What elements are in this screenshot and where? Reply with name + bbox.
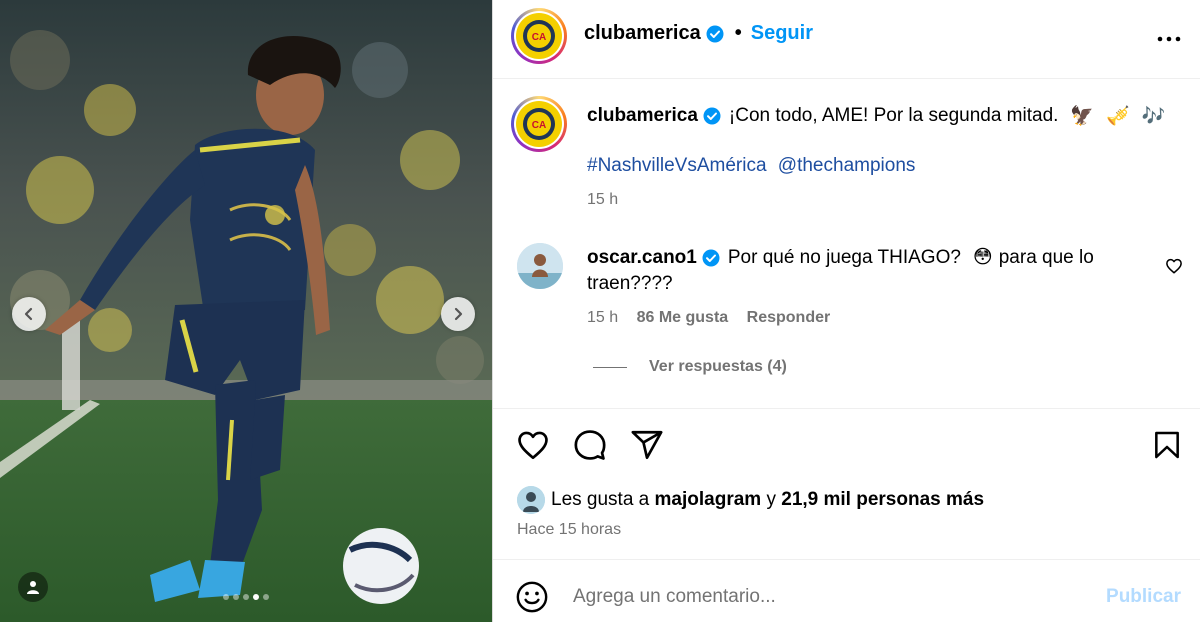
post-detail-panel: CA clubamerica • Seguir CA clubamerica ¡… <box>492 0 1200 622</box>
carousel-dot <box>243 594 249 600</box>
eagle-emoji: 🦅 <box>1070 106 1095 127</box>
caption-links: #NashvilleVsAmérica @thechampions <box>587 155 915 177</box>
comment-timestamp[interactable]: 15 h <box>587 309 618 326</box>
heart-outline-icon <box>1166 258 1182 274</box>
caption-text: ¡Con todo, AME! Por la segunda mitad. <box>728 105 1059 126</box>
more-options-icon <box>1157 36 1181 42</box>
verified-badge-icon <box>702 249 720 267</box>
trumpet-emoji: 🎺 <box>1106 106 1130 127</box>
club-crest-icon: CA <box>516 13 562 59</box>
header-separator: • <box>734 22 742 44</box>
post-photo <box>0 0 492 622</box>
carousel-dot <box>223 594 229 600</box>
bookmark-icon <box>1155 431 1179 459</box>
comment-text: Por qué no juega THIAGO? <box>727 246 961 268</box>
reply-button[interactable]: Responder <box>747 309 831 326</box>
likes-summary: Les gusta a majolagram y 21,9 mil person… <box>517 486 984 514</box>
flushed-emoji: 😳 <box>972 247 993 268</box>
post-media[interactable] <box>0 0 492 622</box>
more-options-button[interactable] <box>1155 25 1183 53</box>
author-avatar[interactable]: CA <box>511 8 567 64</box>
svg-text:CA: CA <box>532 120 546 131</box>
caption-timestamp[interactable]: 15 h <box>587 191 618 209</box>
verified-badge-icon <box>706 25 724 43</box>
author-header: clubamerica • Seguir <box>584 22 813 45</box>
svg-text:CA: CA <box>532 32 546 43</box>
comment-button[interactable] <box>572 427 608 463</box>
follow-button[interactable]: Seguir <box>751 22 813 45</box>
club-crest-icon: CA <box>516 101 562 147</box>
share-button[interactable] <box>629 427 665 463</box>
save-button[interactable] <box>1149 427 1185 463</box>
user-tag-icon <box>27 581 39 594</box>
like-button[interactable] <box>515 427 551 463</box>
carousel-dot <box>233 594 239 600</box>
replies-divider <box>593 366 627 368</box>
comment-composer: Publicar <box>493 559 1200 622</box>
comment-username[interactable]: oscar.cano1 <box>587 247 697 269</box>
view-replies-button[interactable]: Ver respuestas (4) <box>593 358 787 376</box>
post-date[interactable]: Hace 15 horas <box>517 521 621 539</box>
liker-username[interactable]: majolagram <box>655 489 762 511</box>
liker-avatar[interactable] <box>517 486 545 514</box>
view-replies-label: Ver respuestas (4) <box>649 358 787 375</box>
comment-text-continued: para que lo <box>998 246 1094 268</box>
next-slide-button[interactable] <box>441 297 475 331</box>
mention-link[interactable]: @thechampions <box>778 155 916 176</box>
carousel-dot <box>263 594 269 600</box>
chevron-right-icon <box>454 307 463 321</box>
caption: clubamerica ¡Con todo, AME! Por la segun… <box>587 104 1165 128</box>
previous-slide-button[interactable] <box>12 297 46 331</box>
publish-button[interactable]: Publicar <box>1106 586 1181 608</box>
likes-prefix: Les gusta a <box>551 489 650 510</box>
music-notes-emoji: 🎶 <box>1141 106 1166 127</box>
comment-likes[interactable]: 86 Me gusta <box>637 309 729 326</box>
post-header: CA clubamerica • Seguir <box>493 0 1200 79</box>
comment-body: oscar.cano1 Por qué no juega THIAGO? 😳 p… <box>587 246 1094 269</box>
action-bar-divider <box>493 408 1200 409</box>
comment-input[interactable] <box>573 580 1093 614</box>
author-username[interactable]: clubamerica <box>584 22 701 45</box>
comment-meta: 15 h 86 Me gusta Responder <box>587 309 844 327</box>
commenter-avatar[interactable] <box>517 243 563 289</box>
like-comment-button[interactable] <box>1165 257 1183 275</box>
heart-icon <box>518 431 548 460</box>
caption-username[interactable]: clubamerica <box>587 105 698 127</box>
carousel-dot <box>253 594 259 600</box>
comment-text-line2: traen???? <box>587 273 673 294</box>
hashtag-link[interactable]: #NashvilleVsAmérica <box>587 155 767 176</box>
caption-author-avatar[interactable]: CA <box>511 96 567 152</box>
paper-plane-icon <box>631 430 663 460</box>
emoji-icon <box>516 581 548 613</box>
comment-bubble-icon <box>574 430 606 460</box>
likes-connector: y <box>766 489 776 510</box>
carousel-indicator <box>0 594 492 600</box>
likes-count-link[interactable]: 21,9 mil personas más <box>781 489 984 511</box>
chevron-left-icon <box>24 307 33 321</box>
emoji-picker-button[interactable] <box>515 580 549 614</box>
verified-badge-icon <box>703 107 721 125</box>
